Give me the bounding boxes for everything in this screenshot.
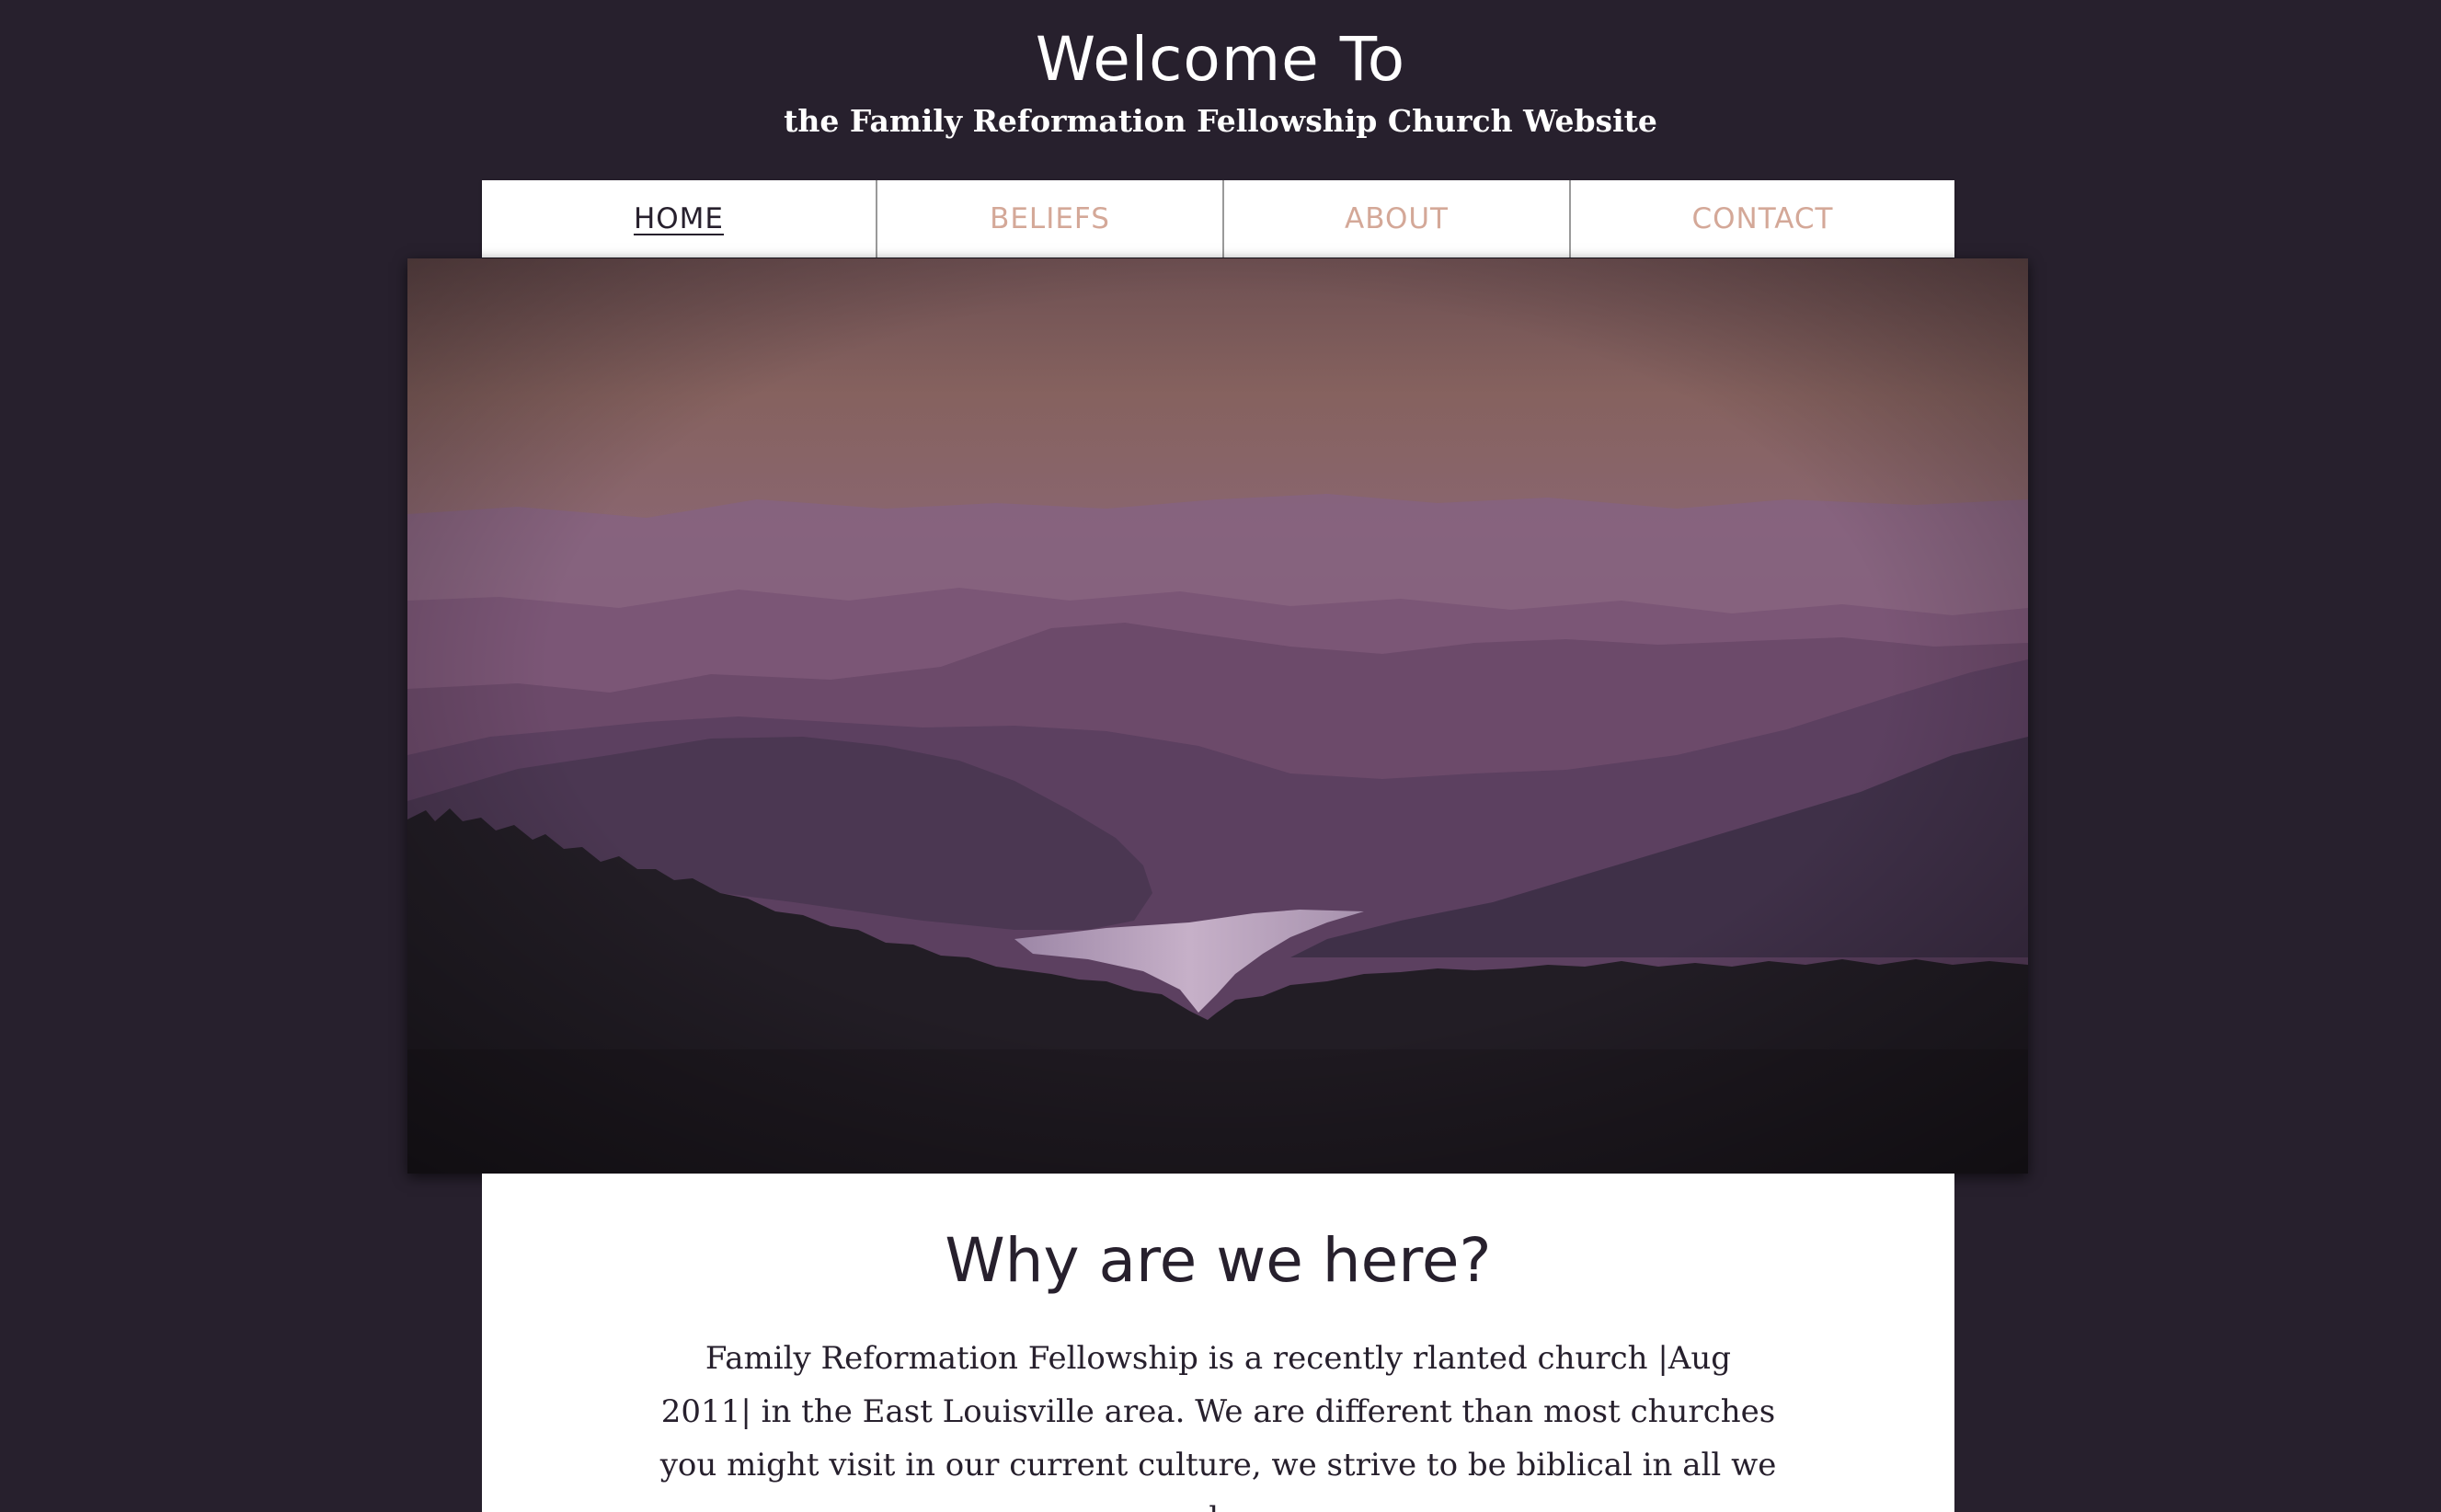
intro-section: Why are we here? Family Reformation Fell… <box>482 1174 1954 1512</box>
site-subtitle: the Family Reformation Fellowship Church… <box>784 103 1657 139</box>
section-heading: Why are we here? <box>945 1225 1492 1296</box>
hero-landscape-image <box>407 258 2028 1174</box>
nav-home-link[interactable]: HOME <box>482 180 876 258</box>
nav-contact-link[interactable]: CONTACT <box>1569 180 1954 258</box>
nav-beliefs-link[interactable]: BELIEFS <box>876 180 1222 258</box>
section-body-text: Family Reformation Fellowship is a recen… <box>659 1340 1777 1512</box>
nav-about-link[interactable]: ABOUT <box>1222 180 1569 258</box>
main-nav: HOME BELIEFS ABOUT CONTACT <box>482 180 1954 258</box>
hero-image <box>407 258 2028 1174</box>
site-title: Welcome To <box>1035 24 1406 95</box>
